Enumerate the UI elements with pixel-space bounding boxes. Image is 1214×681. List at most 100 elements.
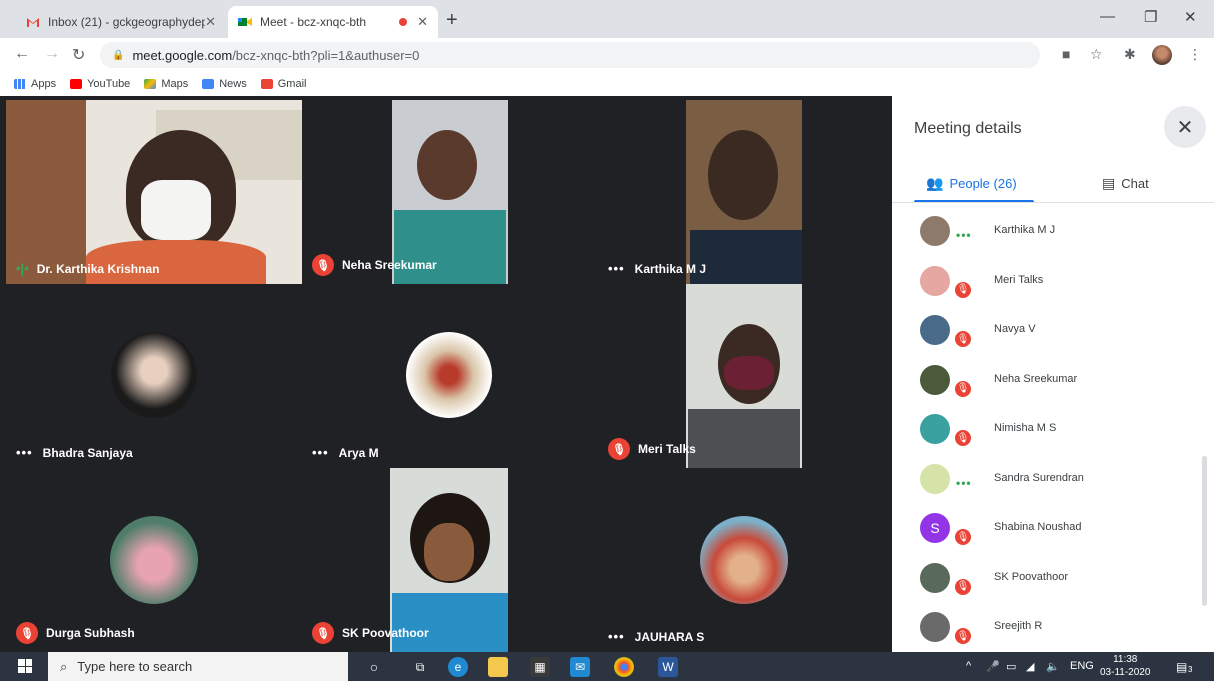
bookmark-gmail[interactable]: Gmail	[260, 78, 306, 90]
avatar	[920, 414, 950, 444]
minimize-icon[interactable]: —	[1100, 8, 1115, 25]
windows-taskbar: ⌕ Type here to search ○ ⧉ e ▦ ✉ W ^ 🎤 ▭ ◢…	[0, 652, 1214, 681]
profile-avatar[interactable]	[1152, 45, 1172, 65]
list-item[interactable]: ••• Sandra Surendran	[892, 454, 1214, 504]
scrollbar[interactable]	[1202, 456, 1207, 606]
notifications-icon[interactable]: ▤	[1176, 660, 1187, 674]
volume-icon[interactable]: 🔈	[1046, 660, 1060, 673]
people-icon: 👥	[926, 174, 944, 191]
more-icon: •••	[956, 475, 972, 490]
participant-tile[interactable]: ••• Karthika M J	[598, 100, 892, 284]
participant-label: 🎙 Neha Sreekumar	[312, 254, 437, 276]
list-item[interactable]: 🎙 Sreejith R	[892, 602, 1214, 652]
avatar	[920, 364, 950, 395]
bookmark-news[interactable]: News	[202, 78, 247, 90]
participant-tile[interactable]: ••• Arya M	[302, 284, 598, 468]
mail-icon[interactable]: ✉	[570, 657, 590, 677]
windows-start-icon[interactable]	[18, 659, 32, 673]
avatar	[920, 315, 950, 345]
task-view-icon[interactable]: ⧉	[410, 657, 430, 677]
participant-label: ••• Karthika M J	[608, 261, 707, 276]
meeting-details-panel: Meeting details ✕ 👥 People (26) ▤ Chat •••…	[892, 96, 1214, 652]
participant-tile[interactable]: •|• Dr. Karthika Krishnan	[6, 100, 302, 284]
participant-avatar	[110, 516, 198, 604]
chrome-icon[interactable]	[614, 657, 634, 677]
mic-off-icon: 🎙	[953, 576, 973, 597]
avatar: S	[920, 513, 950, 543]
person-video	[424, 523, 474, 581]
list-item[interactable]: 🎙 Neha Sreekumar	[892, 355, 1214, 405]
camera-icon[interactable]: ■	[1062, 46, 1070, 62]
chat-icon: ▤	[1102, 174, 1116, 191]
person-video	[141, 180, 211, 240]
bookmarks-bar: Apps YouTube Maps News Gmail	[0, 72, 1214, 96]
participant-tile[interactable]: 🎙 Meri Talks	[598, 284, 892, 468]
store-icon[interactable]: ▦	[530, 657, 550, 677]
file-explorer-icon[interactable]	[488, 657, 508, 677]
back-icon[interactable]: ←	[14, 45, 30, 63]
avatar	[920, 463, 950, 494]
close-tab-icon[interactable]: ✕	[417, 14, 428, 30]
list-item[interactable]: 🎙 SK Poovathoor	[892, 553, 1214, 603]
close-tab-icon[interactable]: ✕	[205, 14, 216, 30]
cortana-icon[interactable]: ○	[364, 657, 384, 677]
network-icon[interactable]: ◢	[1026, 660, 1034, 673]
mic-off-icon: 🎙	[953, 329, 973, 349]
clock-time: 11:38	[1113, 654, 1138, 665]
bookmark-maps[interactable]: Maps	[144, 78, 188, 90]
new-tab-icon[interactable]: +	[446, 9, 458, 32]
participant-tile[interactable]: 🎙 Neha Sreekumar	[302, 100, 598, 284]
address-bar[interactable]: 🔒 meet.google.com/bcz-xnqc-bth?pli=1&aut…	[100, 42, 1040, 68]
bookmark-apps[interactable]: Apps	[14, 78, 56, 90]
menu-icon[interactable]: ⋮	[1188, 46, 1202, 63]
tab-gmail-inbox[interactable]: Inbox (21) - gckgeographydepar ✕	[16, 6, 226, 38]
more-icon: •••	[956, 228, 972, 242]
tab-people[interactable]: 👥 People (26)	[926, 168, 1017, 198]
participant-tile[interactable]: ••• JAUHARA S	[598, 468, 892, 652]
url-host: meet.google.com	[132, 47, 233, 63]
close-panel-button[interactable]: ✕	[1164, 106, 1206, 148]
star-icon[interactable]: ☆	[1090, 46, 1103, 63]
close-window-icon[interactable]: ✕	[1184, 8, 1197, 26]
mic-off-icon: 🎙	[953, 428, 973, 448]
participant-avatar	[700, 516, 788, 604]
mic-off-icon: 🎙	[953, 378, 973, 399]
participant-tile[interactable]: 🎙 SK Poovathoor	[302, 468, 598, 652]
list-item[interactable]: 🎙 Meri Talks	[892, 256, 1214, 306]
avatar	[920, 562, 950, 593]
screen: Inbox (21) - gckgeographydepar ✕ Meet - …	[0, 0, 1214, 681]
apps-grid-icon	[14, 79, 26, 89]
mic-off-icon: 🎙	[16, 622, 38, 644]
taskbar-search-input[interactable]: ⌕ Type here to search	[48, 652, 348, 681]
extensions-icon[interactable]: ✱	[1124, 46, 1136, 63]
battery-icon[interactable]: ▭	[1006, 660, 1016, 673]
list-item[interactable]: 🎙 Nimisha M S	[892, 404, 1214, 454]
show-hidden-icons-icon[interactable]: ^	[966, 660, 971, 672]
tab-chat[interactable]: ▤ Chat	[1102, 168, 1149, 198]
video-grid: •|• Dr. Karthika Krishnan 🎙 Neha Sreekumar…	[0, 96, 892, 652]
language-indicator[interactable]: ENG	[1070, 660, 1094, 672]
word-icon[interactable]: W	[658, 657, 678, 677]
restore-icon[interactable]: ❐	[1144, 8, 1157, 26]
microphone-icon[interactable]: 🎤	[986, 660, 1000, 673]
forward-icon[interactable]: →	[44, 45, 60, 63]
tab-title: Meet - bcz-xnqc-bth	[260, 15, 367, 29]
list-item[interactable]: ••• Karthika M J	[892, 206, 1214, 256]
list-item[interactable]: S 🎙 Shabina Noushad	[892, 503, 1214, 553]
participant-tile[interactable]: 🎙 Durga Subhash	[6, 468, 302, 652]
tab-meet[interactable]: Meet - bcz-xnqc-bth ✕	[228, 6, 438, 38]
participant-label: ••• JAUHARA S	[608, 629, 705, 644]
reload-icon[interactable]: ↻	[72, 45, 85, 65]
mic-off-icon: 🎙	[953, 279, 973, 300]
participant-tile[interactable]: ••• Bhadra Sanjaya	[6, 284, 302, 468]
list-item[interactable]: 🎙 Navya V	[892, 305, 1214, 355]
edge-icon[interactable]: e	[448, 657, 468, 677]
news-icon	[202, 79, 215, 89]
meet-icon	[238, 18, 252, 26]
search-icon: ⌕	[60, 658, 68, 674]
taskbar-clock[interactable]: 11:38 03-11-2020	[1100, 653, 1150, 679]
avatar	[920, 216, 950, 246]
close-icon: ✕	[1176, 116, 1194, 139]
video-background	[6, 100, 86, 284]
bookmark-youtube[interactable]: YouTube	[70, 78, 130, 90]
